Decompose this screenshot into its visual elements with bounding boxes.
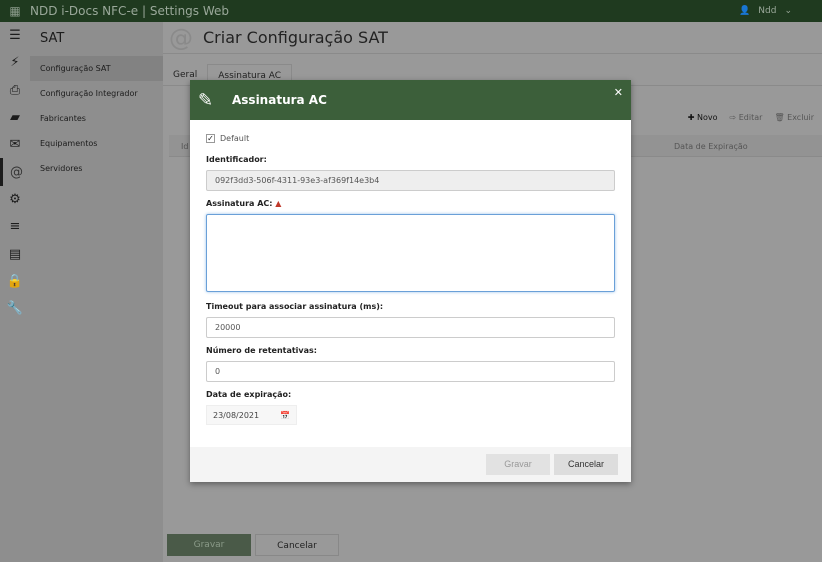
calendar-icon[interactable]: 📅 <box>280 411 290 420</box>
retries-label: Número de retentativas: <box>206 346 317 355</box>
user-icon: 👤 <box>739 6 751 16</box>
nav-title: SAT <box>40 31 65 46</box>
warning-icon: ▲ <box>275 199 282 208</box>
icon-sidebar: ☰ ⚡ ⎙ ▰ ✉ @ ⚙ ≡ ▤ 🔒 🔧 <box>0 22 30 562</box>
nav-item-configuracao-integrador[interactable]: Configuração Integrador <box>30 81 163 106</box>
section-nav: SAT Configuração SAT Configuração Integr… <box>30 22 163 562</box>
grid-toolbar: ✚ Novo ⇨ Editar 🗑 Excluir <box>688 113 814 122</box>
page-title: Criar Configuração SAT <box>203 28 388 47</box>
expiry-label: Data de expiração: <box>206 390 292 399</box>
identificador-label: Identificador: <box>206 155 267 164</box>
menu-icon[interactable]: ☰ <box>0 22 30 49</box>
column-id[interactable]: Id <box>181 142 188 151</box>
checkbox-icon[interactable]: ✓ <box>206 134 215 143</box>
gear-icon[interactable]: ⚙ <box>0 186 30 213</box>
plug-icon[interactable]: ⚡ <box>0 49 30 76</box>
user-name: Ndd <box>758 6 777 16</box>
edit-icon: ✎ <box>198 89 214 111</box>
edit-label: Editar <box>738 113 763 122</box>
close-icon[interactable]: ✕ <box>614 86 623 99</box>
cancel-button[interactable]: Cancelar <box>255 534 339 556</box>
assinatura-label-text: Assinatura AC: <box>206 199 273 208</box>
envelope-icon[interactable]: ✉ <box>0 131 30 158</box>
apps-grid-icon[interactable]: ▦ <box>0 4 30 18</box>
retries-field[interactable]: 0 <box>206 361 615 382</box>
new-label: Novo <box>696 113 718 122</box>
delete-label: Excluir <box>787 113 814 122</box>
timeout-label: Timeout para associar assinatura (ms): <box>206 302 384 311</box>
nav-item-fabricantes[interactable]: Fabricantes <box>30 106 163 131</box>
wrench-icon[interactable]: 🔧 <box>0 295 30 322</box>
nav-item-equipamentos[interactable]: Equipamentos <box>30 131 163 156</box>
delete-button[interactable]: 🗑 Excluir <box>774 113 814 122</box>
assinatura-modal: ✎ Assinatura AC ✕ ✓ Default Identificador… <box>190 80 631 482</box>
modal-cancel-button[interactable]: Cancelar <box>554 454 618 475</box>
modal-title: Assinatura AC <box>232 93 327 107</box>
user-menu[interactable]: 👤 Ndd ⌄ <box>739 6 792 16</box>
column-data-expiracao[interactable]: Data de Expiração <box>674 142 748 151</box>
nav-item-configuracao-sat[interactable]: Configuração SAT <box>30 56 163 81</box>
folder-icon[interactable]: ▰ <box>0 104 30 131</box>
nav-item-servidores[interactable]: Servidores <box>30 156 163 181</box>
modal-save-button[interactable]: Gravar <box>486 454 550 475</box>
new-button[interactable]: ✚ Novo <box>688 113 718 122</box>
sliders-icon[interactable]: ≡ <box>0 213 30 240</box>
save-button[interactable]: Gravar <box>167 534 251 556</box>
at-icon: @ <box>169 23 193 52</box>
timeout-field[interactable]: 20000 <box>206 317 615 338</box>
chevron-down-icon: ⌄ <box>784 6 792 16</box>
assinatura-textarea[interactable] <box>206 214 615 292</box>
identificador-field[interactable]: 092f3dd3-506f-4311-93e3-af369f14e3b4 <box>206 170 615 191</box>
top-bar: ▦ NDD i-Docs NFC-e | Settings Web 👤 Ndd … <box>0 0 822 22</box>
edit-button[interactable]: ⇨ Editar <box>730 113 763 122</box>
app-title: NDD i-Docs NFC-e | Settings Web <box>30 4 230 18</box>
default-label: Default <box>220 134 250 143</box>
server-icon[interactable]: ▤ <box>0 240 30 267</box>
expiry-value: 23/08/2021 <box>213 410 260 420</box>
assinatura-label: Assinatura AC: ▲ <box>206 199 615 208</box>
expiry-date-field[interactable]: 23/08/2021 📅 <box>206 405 297 425</box>
lock-icon[interactable]: 🔒 <box>0 268 30 295</box>
printer-icon[interactable]: ⎙ <box>0 77 30 104</box>
at-icon[interactable]: @ <box>0 158 30 186</box>
default-checkbox[interactable]: ✓ Default <box>206 134 615 143</box>
